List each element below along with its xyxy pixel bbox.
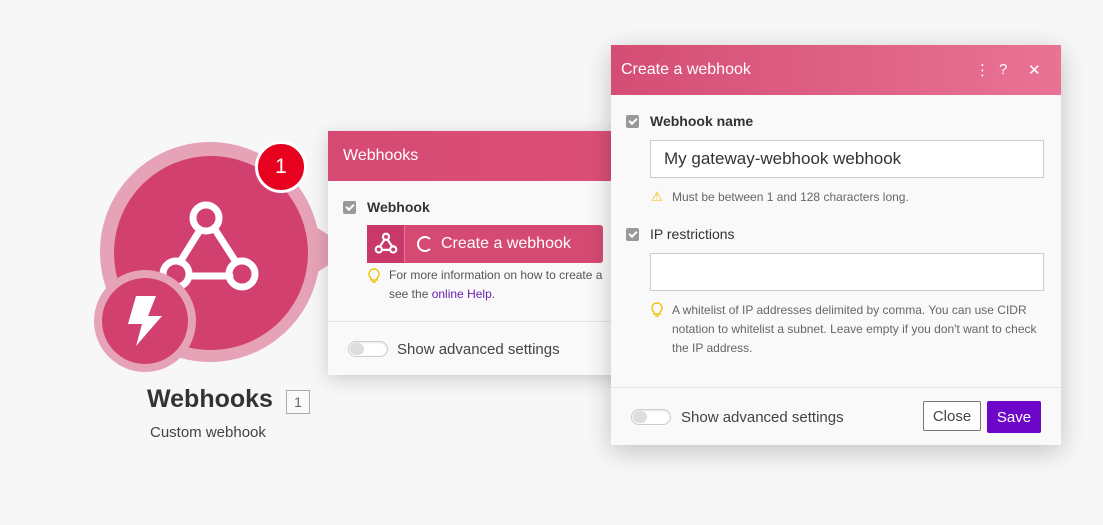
panel-header: Webhooks (328, 131, 628, 181)
save-button[interactable]: Save (987, 401, 1041, 433)
webhook-name-input[interactable] (650, 140, 1044, 178)
dialog-divider (611, 387, 1061, 388)
panel-title: Webhooks (343, 147, 419, 164)
advanced-settings-label: Show advanced settings (397, 341, 560, 358)
ip-restrictions-hint: A whitelist of IP addresses delimited by… (672, 303, 1037, 355)
module-subtitle: Custom webhook (150, 424, 266, 441)
create-webhook-dialog: Create a webhook ⋮ ? ✕ Webhook name ⚠ Mu… (611, 45, 1061, 445)
webhooks-panel: Webhooks Webhook Create a webhook For mo… (328, 131, 628, 375)
webhook-icon (367, 225, 405, 263)
ip-restrictions-checkbox[interactable] (626, 228, 639, 241)
webhook-name-label: Webhook name (650, 113, 754, 129)
create-webhook-hint: For more information on how to create a … (389, 268, 603, 301)
webhook-name-warning: Must be between 1 and 128 characters lon… (672, 190, 909, 204)
more-options-icon[interactable]: ⋮ (975, 61, 990, 79)
panel-divider (328, 321, 628, 322)
close-button[interactable]: Close (923, 401, 981, 431)
instant-trigger (94, 270, 196, 372)
operations-badge: 1 (255, 141, 307, 193)
webhook-field-label: Webhook (367, 199, 430, 215)
webhooks-module[interactable]: 1 Webhooks 1 Custom webhook (0, 0, 332, 460)
ip-restrictions-label: IP restrictions (650, 226, 735, 242)
ip-restrictions-input[interactable] (650, 253, 1044, 291)
warning-icon: ⚠ (651, 189, 663, 204)
lightning-icon (128, 296, 162, 346)
dialog-title: Create a webhook (621, 61, 751, 78)
advanced-settings-toggle[interactable] (348, 341, 388, 357)
lightbulb-icon (651, 302, 663, 317)
module-id: 1 (286, 390, 310, 414)
online-help-link[interactable]: online Help (432, 287, 492, 301)
webhook-field-checkbox[interactable] (343, 201, 356, 214)
loading-spinner-icon (417, 236, 433, 252)
lightbulb-icon (368, 268, 380, 283)
dialog-advanced-settings-label: Show advanced settings (681, 409, 844, 426)
help-icon[interactable]: ? (999, 61, 1007, 78)
module-title: Webhooks (147, 385, 273, 413)
dialog-advanced-settings-toggle[interactable] (631, 409, 671, 425)
create-webhook-button[interactable]: Create a webhook (367, 225, 603, 263)
close-icon[interactable]: ✕ (1028, 61, 1041, 79)
dialog-header: Create a webhook ⋮ ? ✕ (611, 45, 1061, 95)
create-webhook-label: Create a webhook (441, 235, 571, 252)
webhook-name-checkbox[interactable] (626, 115, 639, 128)
